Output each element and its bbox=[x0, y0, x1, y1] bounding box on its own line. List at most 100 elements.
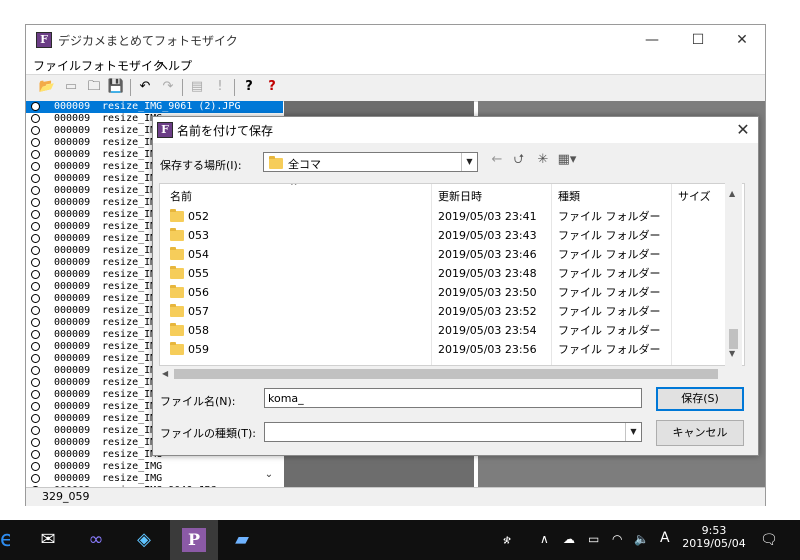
radio-circle-icon[interactable] bbox=[31, 318, 40, 327]
new-folder-icon[interactable]: ✳ bbox=[533, 151, 553, 169]
folder-row[interactable]: 055 2019/05/03 23:48 ファイル フォルダー bbox=[160, 264, 744, 283]
menu-file[interactable]: ファイル bbox=[33, 57, 81, 74]
scroll-up-icon[interactable]: ▲ bbox=[729, 189, 735, 198]
folder-row[interactable]: 053 2019/05/03 23:43 ファイル フォルダー bbox=[160, 226, 744, 245]
radio-circle-icon[interactable] bbox=[31, 186, 40, 195]
horizontal-scroll-thumb[interactable] bbox=[174, 369, 718, 379]
close-button[interactable]: ✕ bbox=[719, 25, 765, 55]
folder-row[interactable]: 054 2019/05/03 23:46 ファイル フォルダー bbox=[160, 245, 744, 264]
maximize-button[interactable]: ☐ bbox=[675, 25, 721, 55]
view-menu-icon[interactable]: ▦▾ bbox=[557, 151, 577, 169]
radio-circle-icon[interactable] bbox=[31, 450, 40, 459]
radio-circle-icon[interactable] bbox=[31, 258, 40, 267]
folder-row[interactable]: 052 2019/05/03 23:41 ファイル フォルダー bbox=[160, 207, 744, 226]
help-icon[interactable]: ? bbox=[238, 77, 260, 97]
radio-circle-icon[interactable] bbox=[31, 126, 40, 135]
battery-icon[interactable]: ▭ bbox=[588, 532, 599, 546]
radio-circle-icon[interactable] bbox=[31, 246, 40, 255]
minimize-button[interactable]: — bbox=[629, 25, 675, 55]
mail-icon[interactable]: ✉ bbox=[24, 520, 72, 560]
scroll-left-icon[interactable]: ◀ bbox=[162, 369, 168, 378]
dialog-titlebar[interactable]: F 名前を付けて保存 ✕ bbox=[153, 117, 758, 143]
file-list-row[interactable]: 000009 resize_IMG_9061 (2).JPG bbox=[26, 101, 283, 113]
volume-icon[interactable]: 🔈 bbox=[634, 532, 649, 546]
chevron-down-icon[interactable]: ▼ bbox=[625, 423, 641, 441]
up-folder-icon[interactable]: ⮍ bbox=[509, 151, 529, 169]
people-icon[interactable]: ቋ bbox=[503, 532, 511, 547]
app-titlebar[interactable]: F デジカメまとめてフォトモザイク — ☐ ✕ bbox=[26, 25, 765, 55]
edge-browser-icon[interactable]: e bbox=[0, 526, 10, 554]
new-folder-icon[interactable]: ▭ bbox=[60, 77, 82, 97]
radio-circle-icon[interactable] bbox=[31, 462, 40, 471]
radio-circle-icon[interactable] bbox=[31, 162, 40, 171]
back-arrow-icon[interactable]: ← bbox=[487, 151, 507, 169]
folder-row[interactable]: 058 2019/05/03 23:54 ファイル フォルダー bbox=[160, 321, 744, 340]
infinity-app-icon[interactable]: ∞ bbox=[72, 520, 120, 560]
ime-indicator[interactable]: A bbox=[660, 530, 670, 546]
folder-row[interactable]: 057 2019/05/03 23:52 ファイル フォルダー bbox=[160, 302, 744, 321]
radio-circle-icon[interactable] bbox=[31, 282, 40, 291]
radio-circle-icon[interactable] bbox=[31, 354, 40, 363]
radio-circle-icon[interactable] bbox=[31, 438, 40, 447]
redo-icon[interactable]: ↷ bbox=[157, 77, 179, 97]
file-number: 000009 bbox=[54, 437, 91, 448]
save-in-select[interactable]: 全コマ ▼ bbox=[263, 152, 478, 172]
file-list-row[interactable]: 000009 resize_IMG bbox=[26, 461, 283, 473]
folder-row[interactable]: 059 2019/05/03 23:56 ファイル フォルダー bbox=[160, 340, 744, 359]
chevron-down-icon[interactable]: ▼ bbox=[461, 153, 477, 171]
radio-circle-icon[interactable] bbox=[31, 414, 40, 423]
cancel-button[interactable]: キャンセル bbox=[656, 420, 744, 446]
column-header-name[interactable]: 名前 bbox=[170, 188, 192, 204]
photomosaic-app-icon[interactable]: P bbox=[170, 520, 218, 560]
radio-circle-icon[interactable] bbox=[31, 330, 40, 339]
scroll-down-icon[interactable]: ▼ bbox=[729, 349, 735, 358]
open-folder-icon[interactable]: 📂 bbox=[36, 77, 58, 97]
radio-circle-icon[interactable] bbox=[31, 390, 40, 399]
radio-circle-icon[interactable] bbox=[31, 198, 40, 207]
radio-circle-icon[interactable] bbox=[31, 210, 40, 219]
radio-circle-icon[interactable] bbox=[31, 234, 40, 243]
column-header-type[interactable]: 種類 bbox=[558, 188, 580, 204]
notification-icon[interactable]: 🗨 bbox=[760, 532, 778, 548]
radio-circle-icon[interactable] bbox=[31, 102, 40, 111]
notepad-app-icon[interactable]: ▰ bbox=[218, 520, 266, 560]
show-hidden-icons-icon[interactable]: ∧ bbox=[540, 532, 549, 546]
undo-icon[interactable]: ↶ bbox=[134, 77, 156, 97]
onedrive-cloud-icon[interactable]: ☁ bbox=[563, 532, 575, 546]
vertical-scroll-thumb[interactable] bbox=[729, 329, 738, 349]
radio-circle-icon[interactable] bbox=[31, 294, 40, 303]
radio-circle-icon[interactable] bbox=[31, 474, 40, 483]
folder-row[interactable]: 056 2019/05/03 23:50 ファイル フォルダー bbox=[160, 283, 744, 302]
save-button[interactable]: 保存(S) bbox=[656, 387, 744, 411]
column-header-date[interactable]: 更新日時 bbox=[438, 188, 482, 204]
photo-app-icon[interactable]: ◈ bbox=[120, 520, 168, 560]
dialog-close-button[interactable]: ✕ bbox=[728, 117, 758, 143]
radio-circle-icon[interactable] bbox=[31, 306, 40, 315]
radio-circle-icon[interactable] bbox=[31, 366, 40, 375]
file-list-row[interactable]: 000009 resize_IMG bbox=[26, 473, 283, 485]
column-header-size[interactable]: サイズ bbox=[678, 188, 711, 204]
radio-circle-icon[interactable] bbox=[31, 426, 40, 435]
menu-photomosaic[interactable]: フォトモザイク bbox=[81, 57, 165, 74]
radio-circle-icon[interactable] bbox=[31, 342, 40, 351]
filetype-select[interactable]: ▼ bbox=[264, 422, 642, 442]
radio-circle-icon[interactable] bbox=[31, 174, 40, 183]
network-icon[interactable]: ◠ bbox=[612, 532, 622, 546]
radio-circle-icon[interactable] bbox=[31, 114, 40, 123]
save-icon[interactable]: 💾 bbox=[105, 77, 127, 97]
clock[interactable]: 9:53 2019/05/04 bbox=[682, 524, 746, 550]
folder-list[interactable]: ^ 名前 更新日時 種類 サイズ 052 2019/05/03 23:41 ファイル… bbox=[159, 183, 745, 366]
radio-circle-icon[interactable] bbox=[31, 378, 40, 387]
radio-circle-icon[interactable] bbox=[31, 138, 40, 147]
radio-circle-icon[interactable] bbox=[31, 222, 40, 231]
list-scroll-down-icon[interactable]: ⌄ bbox=[261, 466, 277, 484]
radio-circle-icon[interactable] bbox=[31, 150, 40, 159]
menu-help[interactable]: ヘルプ bbox=[156, 57, 192, 74]
list-icon[interactable]: ▤ bbox=[186, 77, 208, 97]
radio-circle-icon[interactable] bbox=[31, 270, 40, 279]
folder-icon[interactable]: 🗀 bbox=[83, 77, 105, 97]
radio-circle-icon[interactable] bbox=[31, 402, 40, 411]
context-help-icon[interactable]: ? bbox=[261, 77, 283, 97]
filename-input[interactable]: koma_ bbox=[264, 388, 642, 408]
exclamation-icon[interactable]: ! bbox=[209, 77, 231, 97]
